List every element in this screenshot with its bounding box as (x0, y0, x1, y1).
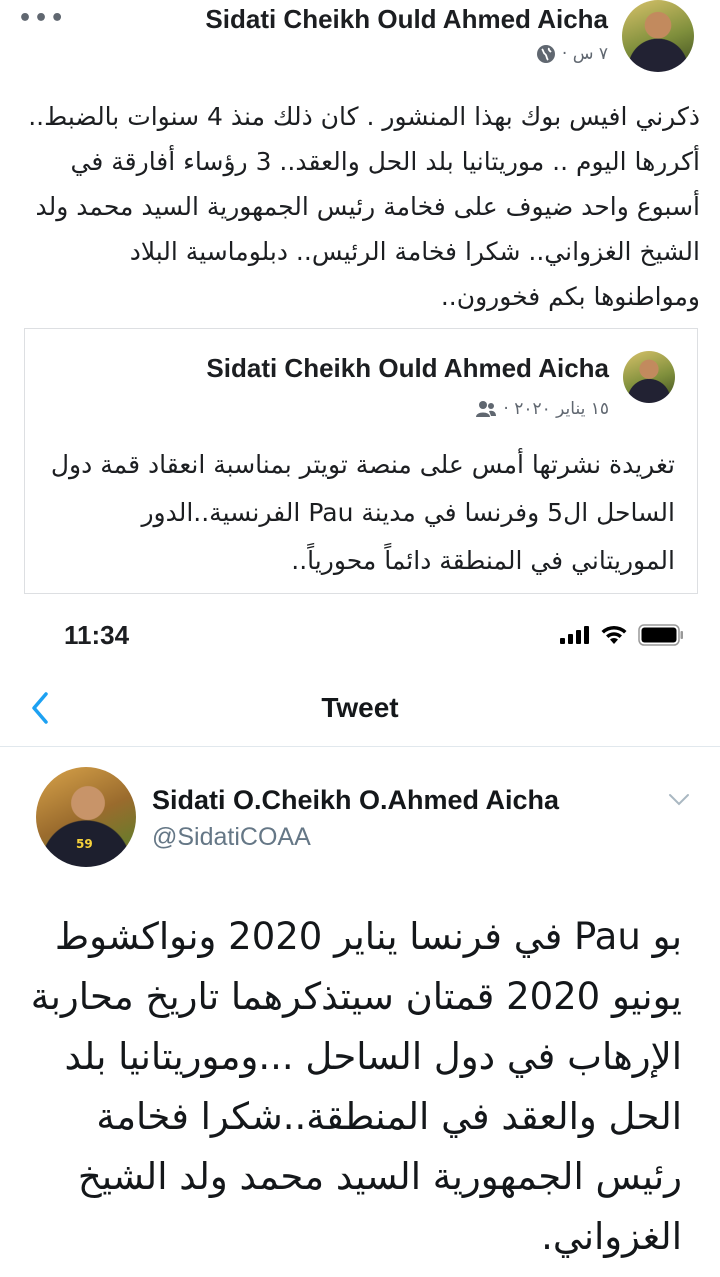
tweet-nav-bar: Tweet (0, 672, 720, 747)
avatar-badge: 59 (76, 837, 93, 851)
shared-post-date[interactable]: ١٥ يناير ٢٠٢٠ · (503, 399, 609, 419)
shared-post-author-name[interactable]: Sidati Cheikh Ould Ahmed Aicha (206, 353, 609, 384)
battery-icon (638, 624, 683, 646)
post-author-name[interactable]: Sidati Cheikh Ould Ahmed Aicha (205, 4, 608, 35)
post-header: ••• Sidati Cheikh Ould Ahmed Aicha ٧ س · (0, 0, 720, 80)
cellular-signal-icon (560, 626, 589, 644)
tweet-text: بو Pau في فرنسا يناير 2020 ونواكشوط يوني… (30, 915, 682, 1258)
tweet-avatar[interactable]: 59 (36, 767, 136, 867)
status-bar: 11:34 (0, 606, 720, 662)
shared-post[interactable]: Sidati Cheikh Ould Ahmed Aicha ١٥ يناير … (24, 328, 698, 594)
tweet-handle[interactable]: @SidatiCOAA (152, 823, 311, 852)
more-dots-icon[interactable]: ••• (18, 6, 66, 31)
avatar[interactable] (622, 0, 694, 72)
tweet: 59 Sidati O.Cheikh O.Ahmed Aicha @Sidati… (0, 747, 720, 1277)
shared-post-meta: ١٥ يناير ٢٠٢٠ · (475, 399, 609, 419)
post-meta: ٧ س · (536, 44, 608, 64)
post-time[interactable]: ٧ س · (562, 44, 608, 64)
friends-icon (476, 401, 497, 417)
facebook-post: ••• Sidati Cheikh Ould Ahmed Aicha ٧ س ·… (0, 0, 720, 600)
status-icons (560, 624, 684, 646)
shared-post-text: تغريدة نشرتها أمس على منصة تويتر بمناسبة… (50, 450, 675, 575)
chevron-down-icon[interactable] (668, 793, 690, 807)
tweet-display-name[interactable]: Sidati O.Cheikh O.Ahmed Aicha (152, 785, 559, 816)
globe-icon (536, 45, 555, 63)
shared-post-avatar[interactable] (623, 351, 675, 403)
wifi-icon (601, 625, 627, 644)
page-title: Tweet (321, 692, 399, 723)
status-time: 11:34 (64, 620, 130, 650)
post-text: ذكرني افيس بوك بهذا المنشور . كان ذلك من… (28, 102, 700, 311)
